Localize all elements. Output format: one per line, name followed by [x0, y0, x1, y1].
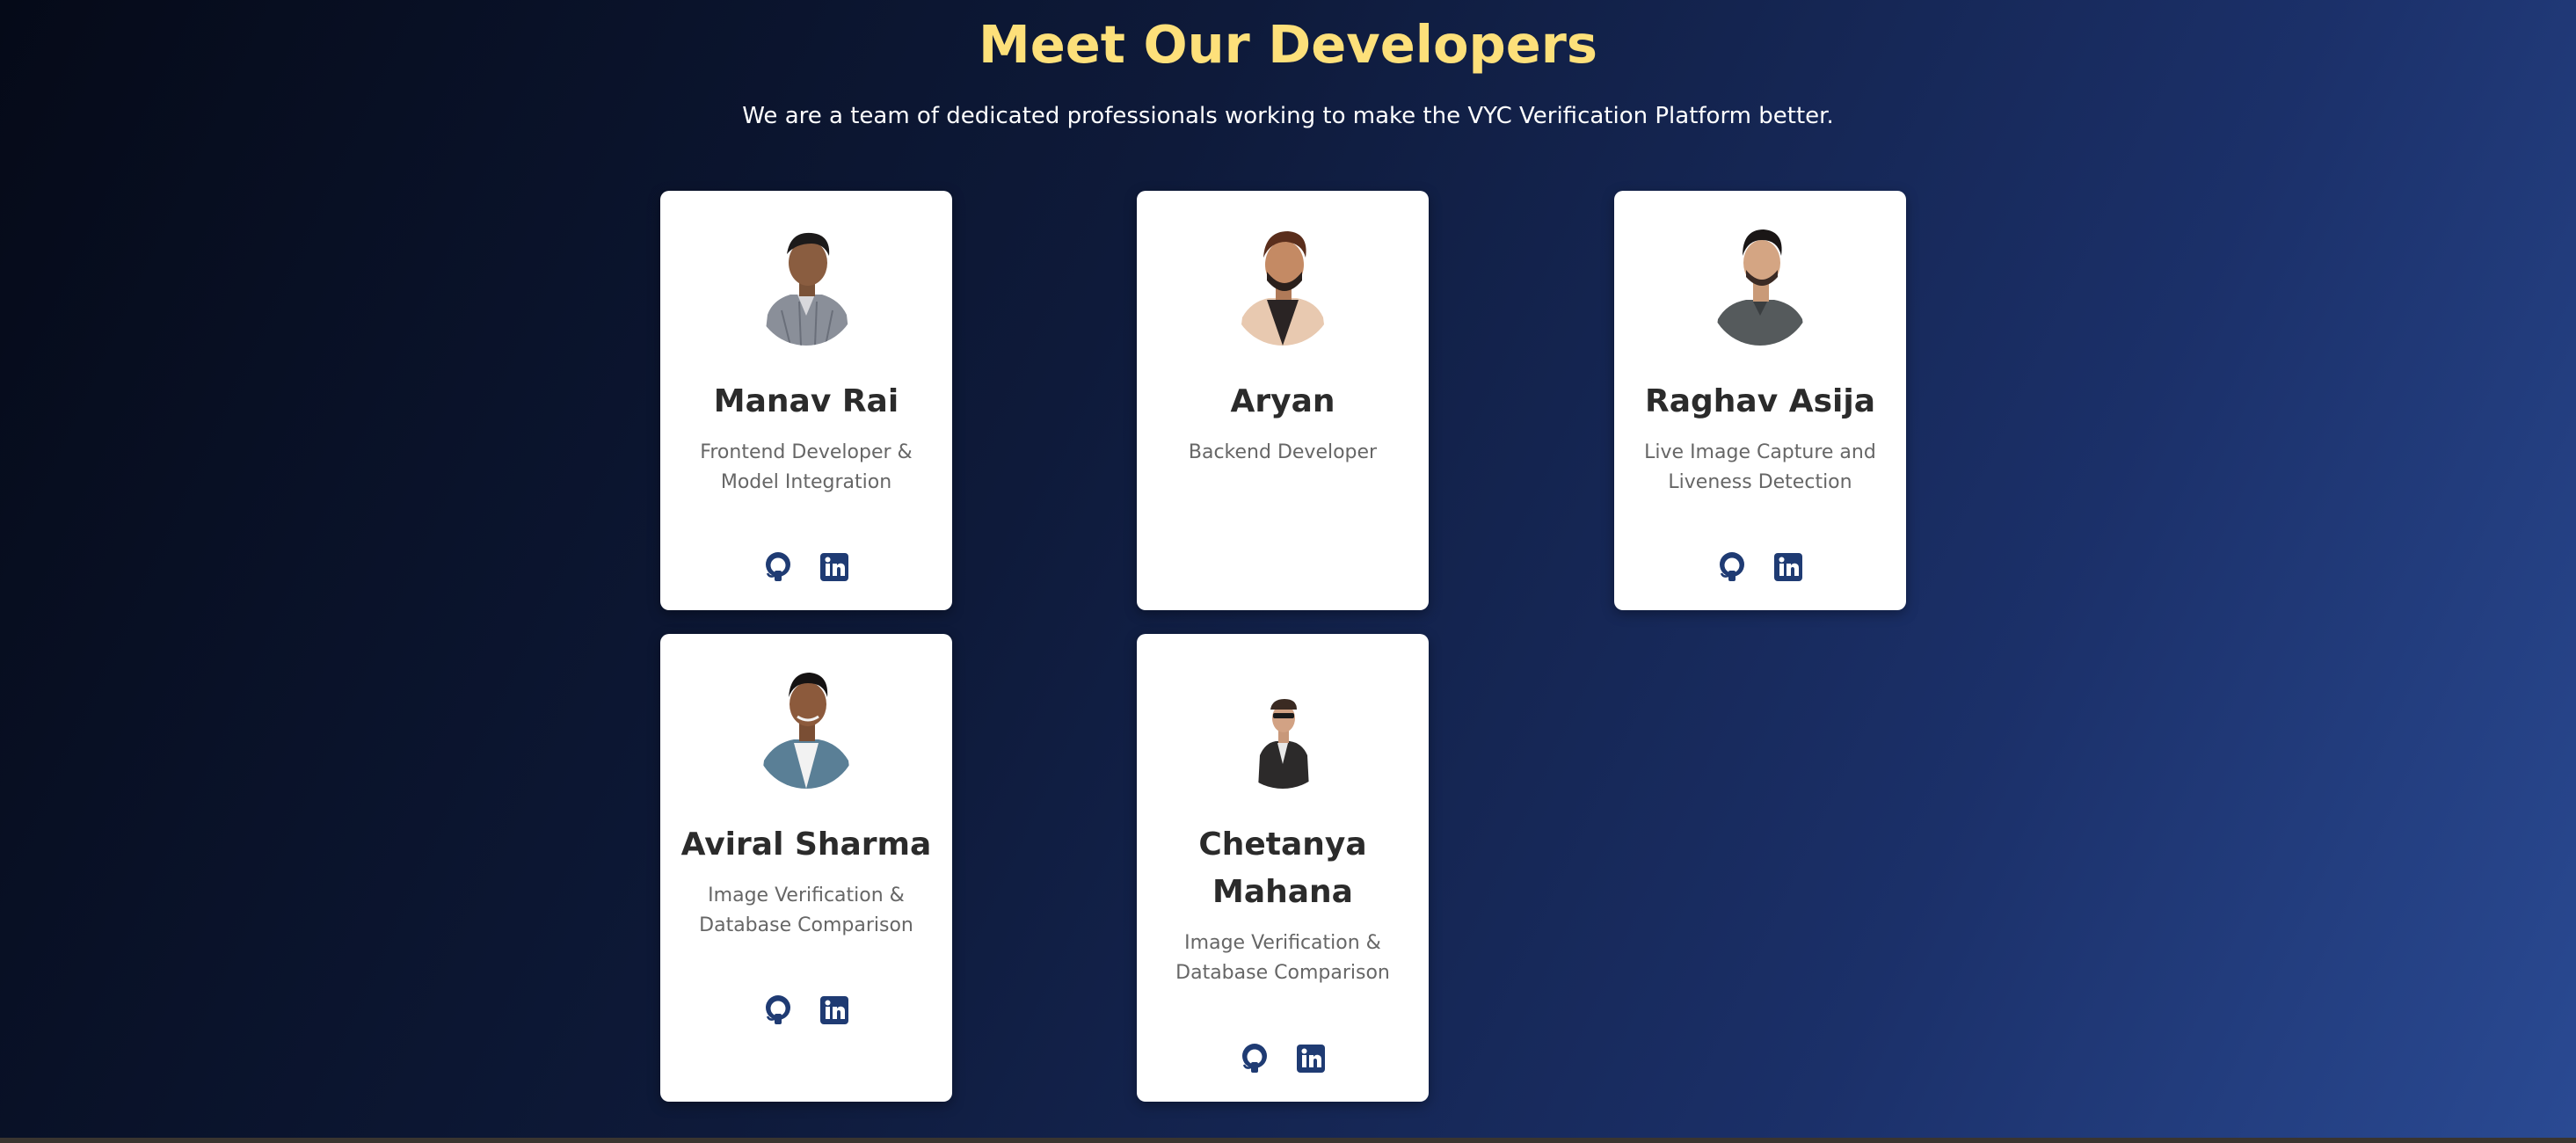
developer-name: Aryan — [1230, 383, 1335, 419]
linkedin-link[interactable] — [819, 994, 850, 1026]
developer-card-aryan: Aryan Backend Developer — [1137, 191, 1429, 742]
avatar — [1232, 214, 1334, 346]
developer-role: Frontend Developer & Model Integration — [700, 441, 913, 493]
github-icon — [766, 995, 790, 1024]
developer-name: Raghav Asija — [1645, 383, 1875, 419]
linkedin-link[interactable] — [819, 551, 850, 583]
linkedin-link[interactable] — [1772, 551, 1804, 583]
developer-card-aviral-sharma: Aviral Sharma Image Verification & Datab… — [660, 634, 952, 1102]
avatar — [1709, 214, 1811, 346]
avatar — [1232, 657, 1334, 789]
github-link[interactable] — [762, 994, 794, 1026]
github-icon — [1242, 1044, 1267, 1073]
social-links — [1137, 1043, 1429, 1078]
linkedin-icon — [1774, 553, 1802, 581]
developer-name: Chetanya Mahana — [1198, 826, 1367, 910]
linkedin-icon — [1297, 1045, 1325, 1073]
linkedin-icon — [820, 996, 848, 1024]
avatar — [755, 214, 857, 346]
developer-role: Image Verification & Database Comparison — [699, 885, 913, 936]
developer-role: Live Image Capture and Liveness Detectio… — [1644, 441, 1876, 493]
bottom-edge — [0, 1138, 2576, 1143]
developer-role: Image Verification & Database Comparison — [1175, 932, 1390, 984]
social-links — [660, 551, 952, 586]
github-icon — [1720, 552, 1744, 581]
page-subtitle: We are a team of dedicated professionals… — [742, 103, 1834, 129]
social-links — [660, 994, 952, 1030]
developer-card-chetanya-mahana: Chetanya Mahana Image Verification & Dat… — [1137, 634, 1429, 1102]
developer-role: Backend Developer — [1188, 441, 1378, 463]
developer-card-manav-rai: Manav Rai Frontend Developer & Model Int… — [660, 191, 952, 610]
developer-card-raghav-asija: Raghav Asija Live Image Capture and Live… — [1614, 191, 1906, 610]
avatar — [755, 657, 857, 789]
developer-name: Manav Rai — [713, 383, 899, 419]
linkedin-link[interactable] — [1295, 1043, 1327, 1074]
social-links — [1614, 551, 1906, 586]
developer-name: Aviral Sharma — [680, 826, 932, 863]
page-title: Meet Our Developers — [979, 14, 1597, 75]
linkedin-icon — [820, 553, 848, 581]
github-link[interactable] — [762, 551, 794, 583]
github-icon — [766, 552, 790, 581]
github-link[interactable] — [1716, 551, 1748, 583]
github-link[interactable] — [1239, 1043, 1270, 1074]
